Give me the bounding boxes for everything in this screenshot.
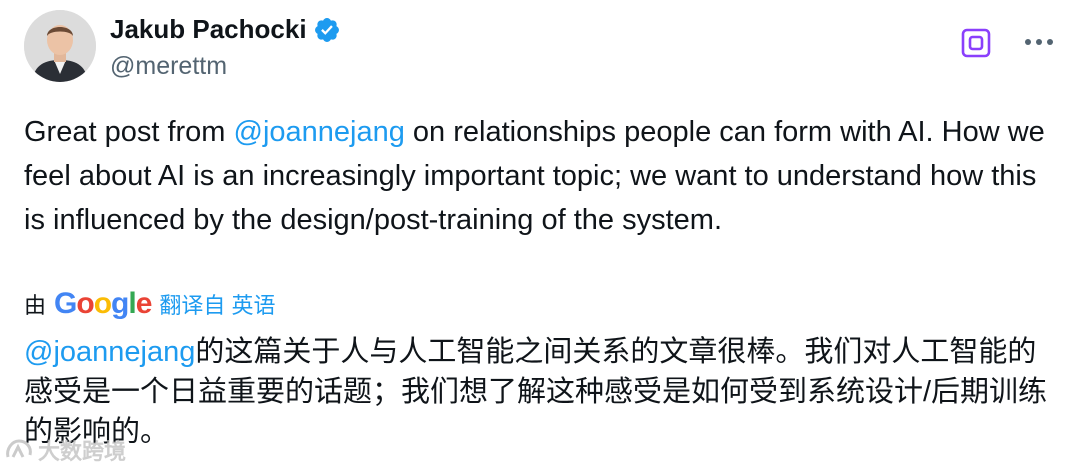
- verified-badge-icon: [314, 17, 339, 42]
- tweet-card: Jakub Pachocki @merettm Great post from …: [0, 0, 1080, 471]
- google-logo: Google: [54, 287, 152, 320]
- translated-from-link[interactable]: 翻译自 英语: [159, 288, 275, 320]
- watermark-text: 大数跨境: [38, 439, 127, 464]
- author-display-name[interactable]: Jakub Pachocki: [110, 14, 307, 45]
- watermark-logo-icon: [6, 439, 32, 458]
- author-name-row: Jakub Pachocki: [110, 14, 341, 45]
- tweet-text: Great post from @joannejang on relations…: [24, 110, 1054, 242]
- avatar[interactable]: [24, 10, 96, 82]
- mention-link[interactable]: @joannejang: [234, 116, 405, 148]
- tweet-text-before: Great post from: [24, 116, 234, 148]
- translated-mention-link[interactable]: @joannejang: [24, 336, 195, 368]
- grok-icon[interactable]: [960, 27, 992, 59]
- translation-attribution: 由 Google 翻译自 英语: [24, 288, 276, 320]
- avatar-image: [24, 10, 96, 82]
- translated-text: @joannejang的这篇关于人与人工智能之间关系的文章很棒。我们对人工智能的…: [24, 332, 1054, 452]
- translated-by-label: 由: [24, 293, 47, 318]
- author-handle[interactable]: @merettm: [110, 52, 227, 81]
- more-options-icon[interactable]: [1022, 30, 1056, 54]
- watermark: 大数跨境: [4, 434, 126, 466]
